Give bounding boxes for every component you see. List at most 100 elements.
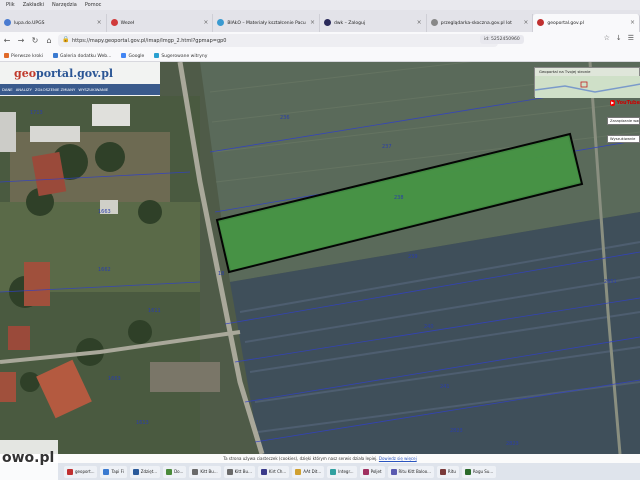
bookmark-item[interactable]: Pierwsze kroki — [4, 52, 43, 59]
browser-tab[interactable]: Wezeł × — [107, 14, 214, 32]
gp-menu-wyszukiwanie[interactable]: WYSZUKIWANIE — [78, 87, 108, 92]
geoportal-header: geoportal.gov.pl DANE ANALIZY ZGŁOSZENIE… — [0, 62, 160, 96]
lock-icon: 🔒 — [62, 36, 70, 43]
taskbar-item[interactable]: Integr... — [327, 465, 357, 478]
parcel-label: 2823 — [450, 428, 463, 434]
parcel-label: 2823 — [506, 441, 519, 447]
menu-file[interactable]: Plik — [6, 2, 15, 8]
tab-favicon-icon — [110, 19, 118, 26]
taskbar-item[interactable]: geoport... — [64, 465, 98, 478]
tab-close-icon[interactable]: × — [630, 19, 635, 26]
gp-menu-dane[interactable]: DANE — [2, 87, 13, 92]
cookie-learn-more-link[interactable]: Dowiedz się więcej — [379, 456, 417, 461]
tab-strip: lupa.do.UPGS × Wezeł × BIAŁO – Materiały ksz… — [0, 10, 640, 32]
parcel-label: 237 — [382, 144, 392, 150]
menu-bookmarks[interactable]: Zakładki — [23, 2, 44, 8]
taskbar-label: Do... — [174, 469, 184, 474]
taskbar-item[interactable]: Rogu Su... — [461, 465, 497, 478]
taskbar-item[interactable]: Do... — [163, 465, 187, 478]
orthophoto — [0, 62, 640, 454]
tab-label: BIAŁO – Materiały kształcenie Pacu — [227, 20, 306, 26]
forward-icon[interactable]: → — [14, 34, 28, 48]
taskbar-label: Kitt Bu... — [234, 469, 252, 474]
taskbar-label: Kitt Bu... — [200, 469, 218, 474]
taskbar-item[interactable]: Kitt Bu... — [189, 465, 221, 478]
taskbar-item[interactable]: Poljet — [359, 465, 385, 478]
tab-close-icon[interactable]: × — [97, 19, 102, 26]
tab-favicon-icon — [4, 19, 11, 26]
taskbar-label: Poljet — [370, 469, 382, 474]
gp-menu-zgloszenie[interactable]: ZGŁOSZENIE ZMIANY — [35, 87, 75, 92]
menu-tools[interactable]: Narzędzia — [52, 2, 77, 8]
bookmark-item[interactable]: Galeria dodatku Web... — [53, 52, 111, 59]
bookmark-item[interactable]: Google — [121, 52, 145, 59]
parcel-label: 18 — [218, 271, 225, 277]
app-icon — [132, 468, 139, 475]
taskbar-label: Rogu Su... — [472, 469, 494, 474]
taskbar: geoport... Tapi Fi Zdzięt... Do... Kitt Bu..… — [0, 463, 640, 480]
downloads-icon[interactable]: ↓ — [616, 34, 622, 42]
tab-close-icon[interactable]: × — [203, 19, 208, 26]
layers-button[interactable]: Zarządzanie warstwami — [607, 117, 640, 125]
browser-tab[interactable]: przeglądarka-skoczna.gov.pl lot × — [427, 14, 534, 32]
back-icon[interactable]: ← — [0, 34, 14, 48]
app-icon — [390, 468, 397, 475]
taskbar-item[interactable]: Tapi Fi — [100, 465, 127, 478]
parcel-label: 239 — [408, 254, 418, 260]
bookmark-icon — [53, 52, 59, 58]
taskbar-label: Tapi Fi — [111, 469, 124, 474]
taskbar-item[interactable]: AAt Dit... — [292, 465, 325, 478]
overview-map[interactable]: Geoportal na Tvojej stronie — [534, 67, 640, 98]
gp-menu-analizy[interactable]: ANALIZY — [16, 87, 32, 92]
tab-close-icon[interactable]: × — [417, 19, 422, 26]
map-view[interactable]: 1713 236 237 238 239 240 241 18 1662 166… — [0, 62, 640, 454]
watermark: owo.pl — [0, 440, 58, 480]
address-text: https://mapy.geoportal.gov.pl/imap/Imgp_… — [72, 37, 227, 44]
tab-close-icon[interactable]: × — [310, 19, 315, 26]
address-bar[interactable]: 🔒 https://mapy.geoportal.gov.pl/imap/Img… — [58, 34, 498, 47]
parcel-label: 240 — [424, 324, 434, 330]
app-icon — [103, 468, 110, 475]
tab-label: Wezeł — [120, 20, 135, 26]
browser-tab[interactable]: BIAŁO – Materiały kształcenie Pacu × — [213, 14, 321, 32]
tab-close-icon[interactable]: × — [523, 19, 528, 26]
tab-label: przeglądarka-skoczna.gov.pl lot — [440, 20, 512, 26]
taskbar-item[interactable]: Ritu — [436, 465, 459, 478]
browser-tab[interactable]: geoportal.gov.pl × — [533, 14, 640, 32]
taskbar-item[interactable]: Kitt Bu... — [223, 465, 255, 478]
bookmark-item[interactable]: Sugerowane witryny — [154, 52, 208, 59]
app-icon — [67, 468, 73, 475]
taskbar-label: geoport... — [75, 469, 95, 474]
reload-icon[interactable]: ↻ — [28, 34, 42, 48]
taskbar-item[interactable]: Zdzięt... — [129, 465, 161, 478]
parcel-label: 2651 — [604, 279, 617, 285]
bookmarks-bar: Pierwsze kroki Galeria dodatku Web... Goog… — [0, 50, 640, 62]
app-icon — [330, 468, 337, 475]
browser-tab[interactable]: dwk – Zaloguj × — [320, 14, 427, 32]
tab-favicon-icon — [537, 19, 545, 26]
app-icon — [226, 468, 233, 475]
geoportal-logo[interactable]: geoportal.gov.pl — [14, 67, 113, 80]
menu-help[interactable]: Pomoc — [85, 2, 102, 8]
app-icon — [295, 468, 302, 475]
parcel-label: 1663 — [98, 209, 111, 215]
star-icon[interactable]: ☆ — [604, 34, 610, 42]
home-icon[interactable]: ⌂ — [42, 34, 56, 48]
taskbar-label: Kirt Ch... — [268, 469, 287, 474]
taskbar-item[interactable]: Ritu Kitt Baloo... — [387, 465, 434, 478]
screen: Plik Zakładki Narzędzia Pomoc lupa.do.UP… — [0, 0, 640, 480]
taskbar-label: AAt Dit... — [303, 469, 322, 474]
search-panel-button[interactable]: Wyszukiwanie — [607, 135, 640, 143]
bookmark-label: Google — [128, 53, 145, 59]
tab-favicon-icon — [324, 19, 332, 26]
youtube-link[interactable]: ▶ YouTube — [610, 98, 640, 108]
bookmark-label: Sugerowane witryny — [161, 53, 208, 59]
browser-tab[interactable]: lupa.do.UPGS × — [0, 14, 107, 32]
menu-icon[interactable]: ☰ — [628, 34, 634, 42]
taskbar-label: Ritu — [447, 469, 456, 474]
taskbar-item[interactable]: Kirt Ch... — [257, 465, 290, 478]
parcel-label: 238 — [394, 195, 404, 201]
app-icon — [464, 468, 471, 475]
parcel-label: 1713 — [30, 110, 43, 116]
parcel-label: 1611 — [148, 308, 161, 314]
